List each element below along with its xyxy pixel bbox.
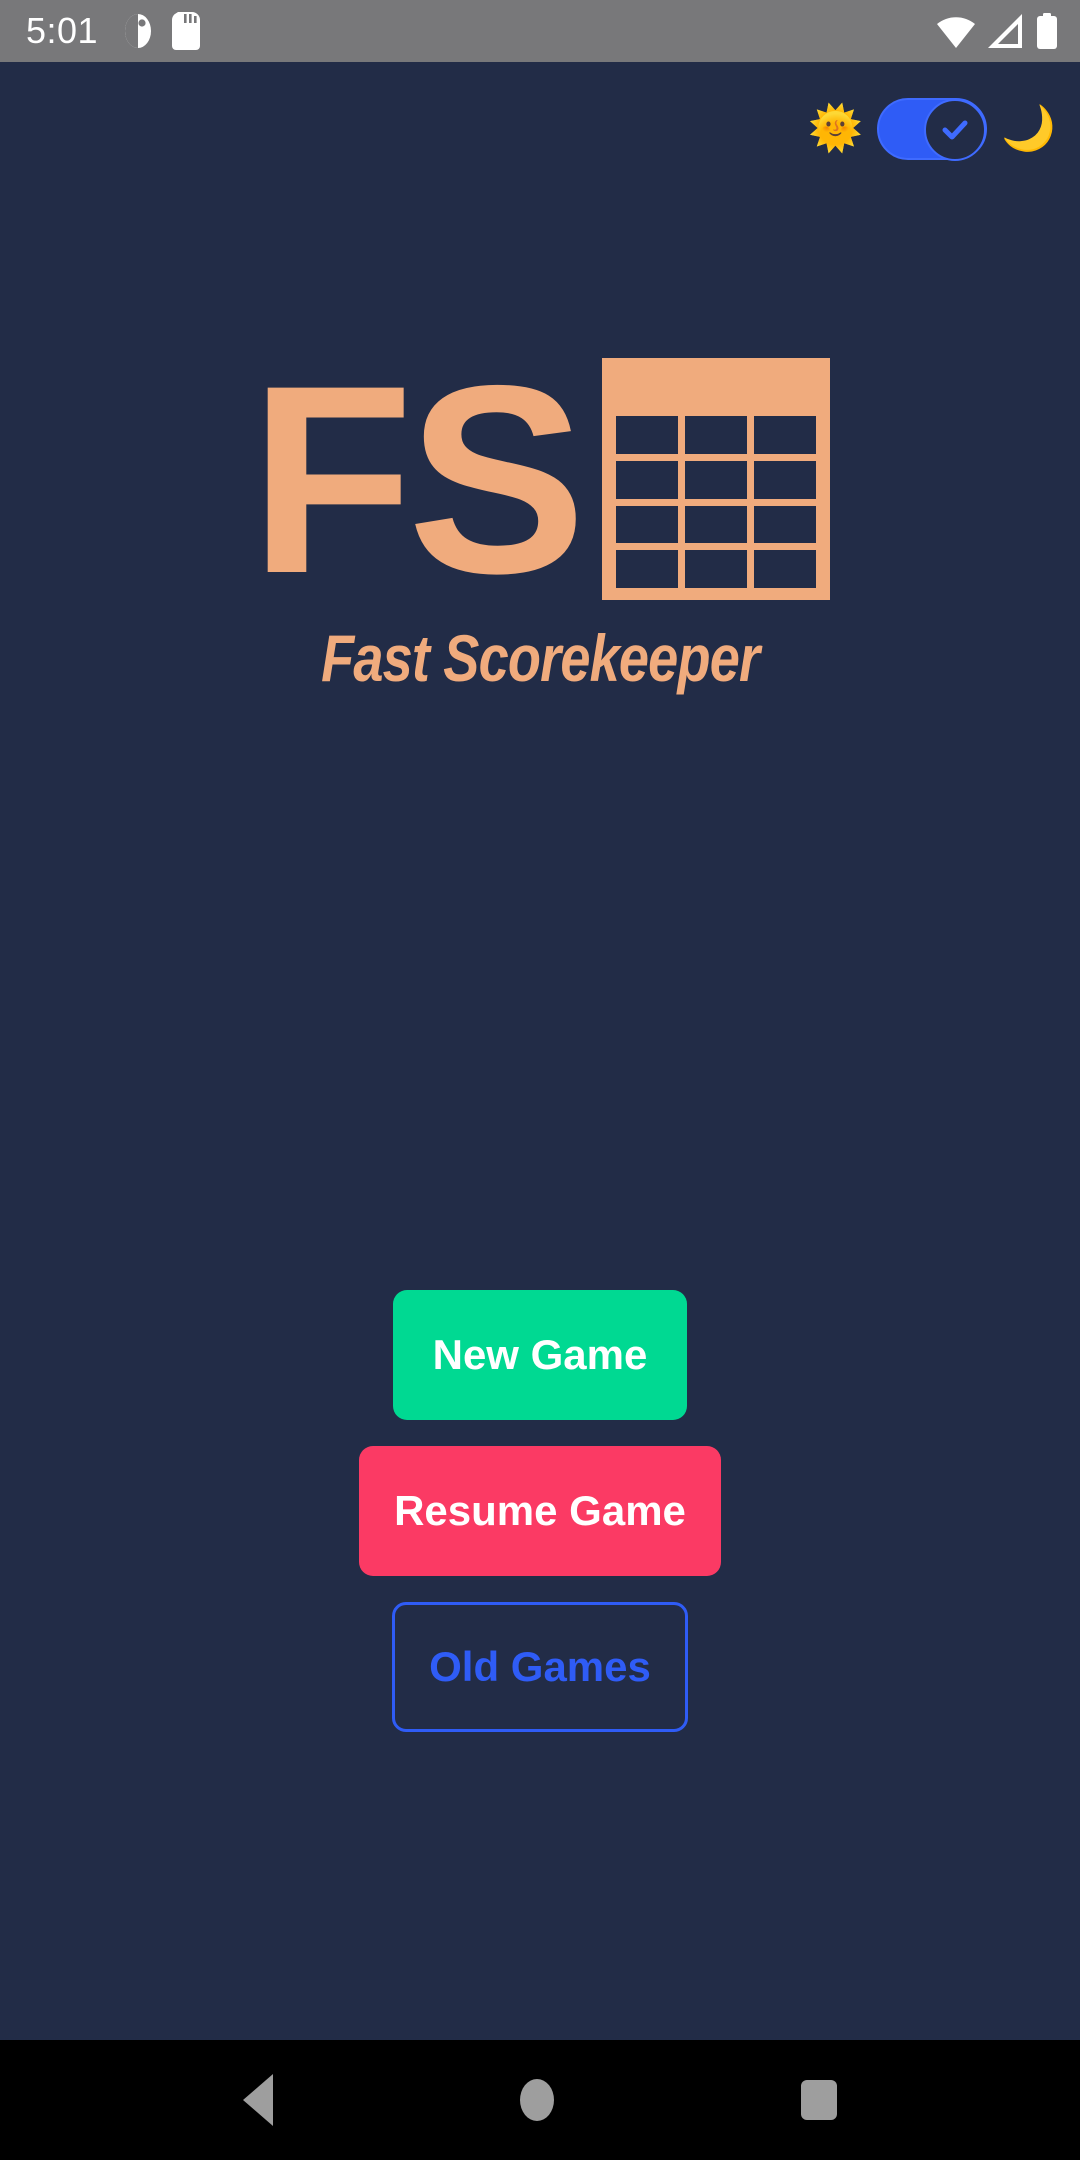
logo-mark: FS — [249, 328, 831, 629]
status-bar: 5:01 — [0, 0, 1080, 62]
back-arrow-icon — [243, 2074, 274, 2126]
logo-table-cell — [616, 460, 679, 499]
old-games-button[interactable]: Old Games — [392, 1602, 688, 1732]
app-content: 🌞 🌙 FS Fast Scorekeeper New Game Resume … — [0, 62, 1080, 2040]
wifi-icon — [936, 14, 976, 48]
recents-button[interactable] — [800, 2080, 837, 2120]
logo-table-cell — [685, 416, 748, 454]
new-game-button[interactable]: New Game — [393, 1290, 687, 1420]
logo-table-cell — [616, 416, 679, 454]
home-circle-icon — [519, 2079, 554, 2121]
sd-card-icon — [172, 12, 201, 50]
logo-table-cell — [754, 505, 817, 544]
back-button[interactable] — [243, 2074, 274, 2126]
logo-table-cell — [685, 505, 748, 544]
logo-table-cells — [602, 416, 830, 600]
logo-table-header — [602, 358, 830, 416]
logo-letters: FS — [249, 328, 586, 629]
logo-table-icon — [602, 358, 831, 600]
android-nav-bar — [0, 2040, 1080, 2160]
logo-table-cell — [754, 550, 817, 588]
logo-table-cell — [685, 550, 748, 588]
recents-square-icon — [800, 2080, 837, 2120]
status-bar-left-icons — [122, 12, 201, 50]
toggle-knob — [924, 99, 987, 161]
check-icon — [942, 120, 968, 140]
dark-mode-toggle[interactable] — [877, 98, 988, 161]
status-bar-right-icons — [936, 13, 1058, 49]
resume-game-button[interactable]: Resume Game — [359, 1446, 721, 1576]
status-bar-clock: 5:01 — [26, 10, 99, 51]
do-not-disturb-icon — [122, 12, 154, 50]
home-button[interactable] — [519, 2079, 554, 2121]
sun-icon: 🌞 — [808, 104, 864, 153]
main-menu-buttons: New Game Resume Game Old Games — [0, 1290, 1080, 1732]
logo-table-cell — [685, 460, 748, 499]
moon-icon: 🌙 — [1001, 104, 1056, 153]
theme-toggle-row: 🌞 🌙 — [808, 98, 1056, 161]
phone-screen: 5:01 🌞 🌙 FS Fast Scorekeeper New Game Re… — [0, 0, 1080, 2160]
logo-table-cell — [754, 460, 817, 499]
logo-table-cell — [754, 416, 817, 454]
battery-icon — [1036, 13, 1058, 49]
cellular-signal-icon — [988, 14, 1024, 48]
app-title: Fast Scorekeeper — [320, 621, 760, 695]
logo-table-cell — [616, 505, 679, 544]
logo-table-cell — [616, 550, 679, 588]
app-logo: FS Fast Scorekeeper — [249, 328, 831, 696]
